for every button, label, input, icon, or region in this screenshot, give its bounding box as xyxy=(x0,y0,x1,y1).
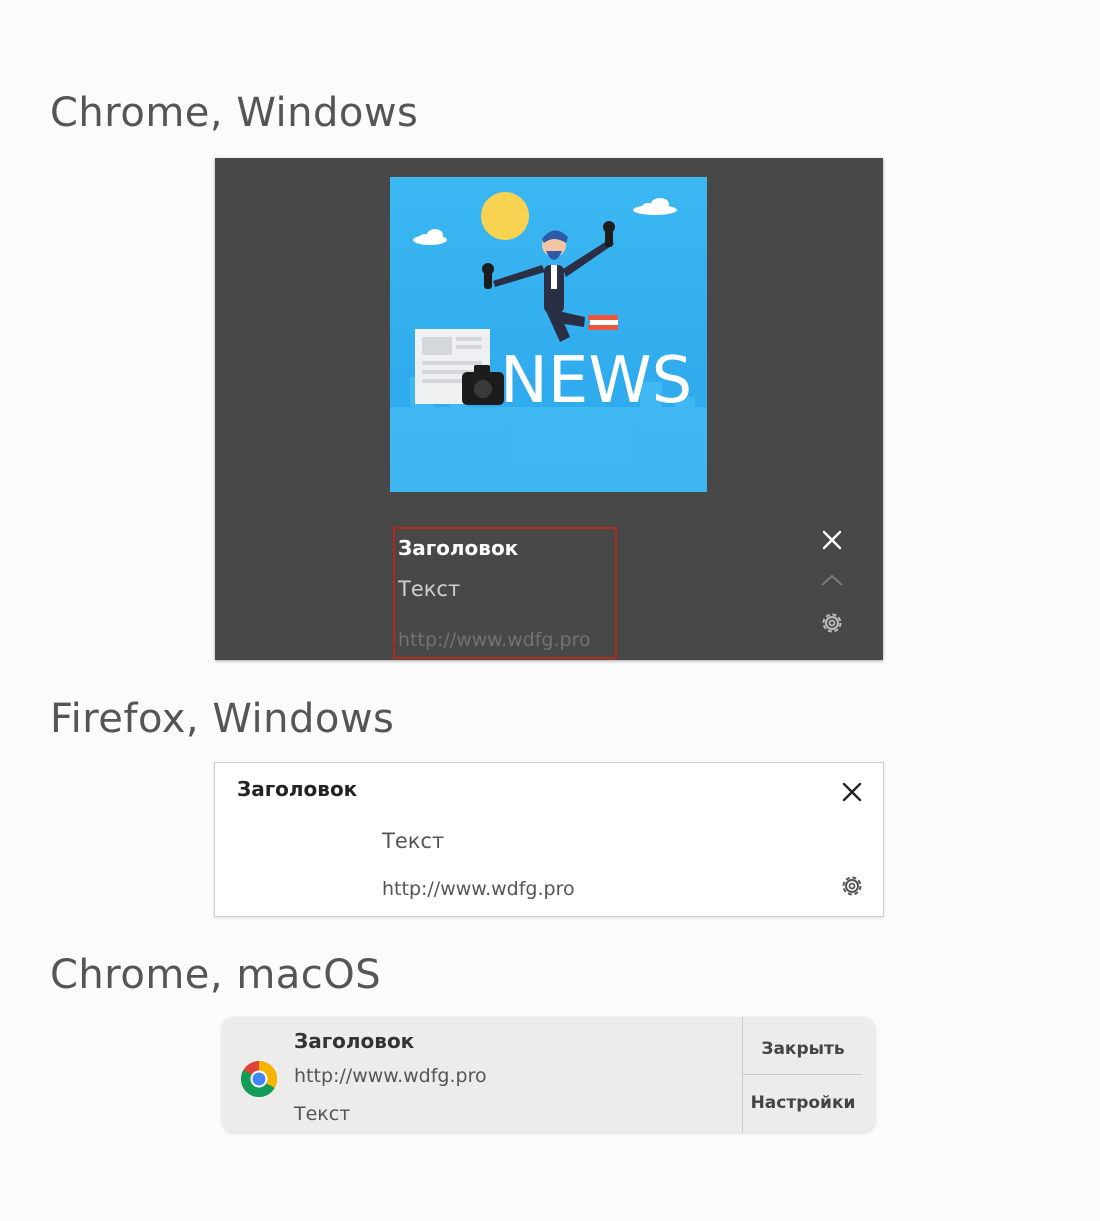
section-title-chrome-macos: Chrome, macOS xyxy=(50,952,382,998)
news-illustration: NEWS xyxy=(390,192,707,492)
close-button[interactable]: Закрыть xyxy=(743,1021,863,1077)
gear-icon[interactable] xyxy=(839,873,865,899)
notification-body: Текст xyxy=(398,577,461,601)
notification-url: http://www.wdfg.pro xyxy=(294,1065,487,1087)
close-icon[interactable] xyxy=(819,527,845,553)
close-icon[interactable] xyxy=(839,779,865,805)
settings-button[interactable]: Настройки xyxy=(743,1075,863,1131)
news-text: NEWS xyxy=(500,344,692,418)
section-title-chrome-windows: Chrome, Windows xyxy=(50,90,419,136)
notification-title: Заголовок xyxy=(237,777,358,801)
chrome-macos-notification[interactable]: Заголовок http://www.wdfg.pro Текст Закр… xyxy=(222,1017,875,1132)
firefox-windows-notification[interactable]: Заголовок Текст http://www.wdfg.pro xyxy=(214,762,884,917)
notification-image: NEWS xyxy=(390,177,707,492)
notification-url: http://www.wdfg.pro xyxy=(382,878,575,900)
notification-body: Текст xyxy=(294,1103,351,1125)
section-title-firefox-windows: Firefox, Windows xyxy=(50,696,395,742)
chevron-up-icon[interactable] xyxy=(819,570,845,590)
sun-shape xyxy=(481,192,529,240)
notification-title: Заголовок xyxy=(398,536,519,560)
notification-title: Заголовок xyxy=(294,1029,415,1053)
notification-url: http://www.wdfg.pro xyxy=(398,629,591,651)
notification-body: Текст xyxy=(382,829,445,853)
chrome-icon xyxy=(239,1059,279,1099)
gear-icon[interactable] xyxy=(819,610,845,636)
chrome-windows-notification[interactable]: NEWS Заголовок Текст http://www.wdfg.pro xyxy=(215,158,883,660)
